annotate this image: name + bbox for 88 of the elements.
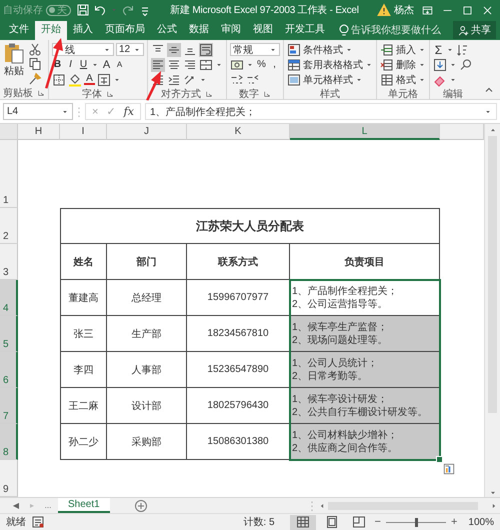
table-cell: 总经理 [107, 280, 187, 316]
ribbon-tab[interactable]: 公式 [151, 21, 183, 40]
ribbon-tab[interactable]: 视图 [247, 21, 279, 40]
table-cell: 张三 [60, 316, 107, 352]
group-label: 样式 [320, 88, 340, 100]
table-header-cell: 部门 [107, 244, 187, 280]
ribbon-tab[interactable]: 开发工具 [279, 21, 331, 40]
row-header[interactable]: 9 [0, 460, 18, 497]
table-cell: 1、公司材料缺少增补； 2、供应商之间合作等。 [290, 424, 440, 460]
table-cell: 1、公司人员统计； 2、日常考勤等。 [290, 352, 440, 388]
table-header-cell: 姓名 [60, 244, 107, 280]
styles-command[interactable]: 套用表格格式 [287, 57, 373, 72]
status-text: 就绪 [6, 516, 26, 529]
row-header[interactable]: 2 [0, 208, 18, 244]
group-label: 数字 [239, 88, 259, 100]
table-cell: 人事部 [107, 352, 187, 388]
column-header[interactable]: H [18, 124, 60, 140]
more-sheets-button[interactable]: ... [42, 501, 54, 510]
column-header[interactable]: J [107, 124, 187, 140]
font-size-dropdown[interactable]: 12 [116, 43, 144, 56]
font-name-dropdown[interactable]: 线 [52, 43, 114, 56]
percent-button[interactable]: % [256, 58, 267, 71]
table-cell: 李四 [60, 352, 107, 388]
styles-command[interactable]: 条件格式 [287, 42, 373, 57]
insert-function-button[interactable]: fx [124, 105, 134, 118]
table-cell: 18025796430 [187, 388, 290, 424]
paste-button[interactable]: 粘贴 [3, 42, 25, 86]
previous-sheet-button[interactable]: ◀ [10, 501, 22, 510]
column-header[interactable]: L [290, 124, 440, 140]
window-title: 新建 Microsoft Excel 97-2003 工作表 - Excel [169, 4, 360, 17]
table-header-cell: 联系方式 [187, 244, 290, 280]
ribbon-tab[interactable]: 开始 [35, 21, 67, 40]
row-header[interactable]: 4 [0, 280, 18, 316]
shrink-font-button[interactable]: A [114, 58, 125, 71]
name-box[interactable]: L4 [3, 103, 73, 120]
row-header[interactable]: 7 [0, 388, 18, 424]
row-header[interactable]: 3 [0, 244, 18, 280]
tell-me-field[interactable]: 告诉我你想要做什么 [351, 21, 451, 39]
table-cell: 生产部 [107, 316, 187, 352]
group-label: 字体 [82, 88, 102, 100]
comma-button[interactable]: , [269, 58, 280, 71]
font-color-button[interactable]: A [84, 74, 95, 85]
row-header[interactable]: 5 [0, 316, 18, 352]
table-cell: 15086301380 [187, 424, 290, 460]
zoom-in-button[interactable]: + [450, 516, 458, 528]
styles-command[interactable]: 单元格样式 [287, 72, 373, 87]
user-name[interactable]: 杨杰 [394, 3, 414, 17]
ribbon-tab[interactable]: 页面布局 [99, 21, 151, 40]
table-header-cell: 负责项目 [290, 244, 440, 280]
group-label: 剪贴板 [3, 86, 33, 100]
group-label: 单元格 [388, 88, 418, 100]
row-header[interactable]: 8 [0, 424, 18, 460]
table-cell: 董建高 [60, 280, 107, 316]
table-cell: 15996707977 [187, 280, 290, 316]
row-header[interactable]: 6 [0, 352, 18, 388]
table-cell: 18234567810 [187, 316, 290, 352]
row-header[interactable]: 1 [0, 140, 18, 208]
table-cell: 采购部 [107, 424, 187, 460]
zoom-out-button[interactable]: − [374, 516, 381, 528]
table-cell: 王二麻 [60, 388, 107, 424]
share-button[interactable]: 共享 [453, 21, 496, 39]
group-label: 编辑 [443, 88, 463, 100]
formula-field[interactable]: 1、产品制作全程把关； [144, 103, 497, 120]
autosave-label: 自动保存 [3, 4, 43, 17]
number-format-dropdown[interactable]: 常规 [230, 43, 280, 56]
table-title: 江苏荣大人员分配表 [60, 208, 440, 244]
table-cell: 孙二少 [60, 424, 107, 460]
zoom-level[interactable]: 100% [468, 516, 494, 528]
italic-button[interactable]: I [65, 58, 76, 71]
column-header[interactable]: I [60, 124, 107, 140]
count-readout: 计数: 5 [243, 516, 275, 529]
underline-button[interactable]: U [78, 58, 89, 71]
cells-command[interactable]: 格式 [380, 72, 426, 87]
autosum-button[interactable]: Σ [433, 43, 444, 56]
column-header[interactable]: K [187, 124, 290, 140]
table-cell: 设计部 [107, 388, 187, 424]
group-label: 对齐方式 [161, 88, 201, 100]
ribbon-tab[interactable]: 插入 [67, 21, 99, 40]
cells-command[interactable]: 插入 [380, 42, 426, 57]
table-cell: 1、候车亭设计研发； 2、公共自行车棚设计研发等。 [290, 388, 440, 424]
ribbon-tab[interactable]: 文件 [3, 21, 35, 40]
grow-font-button[interactable]: A [101, 58, 112, 71]
ribbon-tab[interactable]: 审阅 [215, 21, 247, 40]
table-cell: 15236547890 [187, 352, 290, 388]
sheet-tab[interactable]: Sheet1 [58, 498, 110, 513]
ribbon-tab[interactable]: 数据 [183, 21, 215, 40]
table-cell: 1、候车亭生产监督； 2、现场问题处理等。 [290, 316, 440, 352]
cells-command[interactable]: 删除 [380, 57, 426, 72]
